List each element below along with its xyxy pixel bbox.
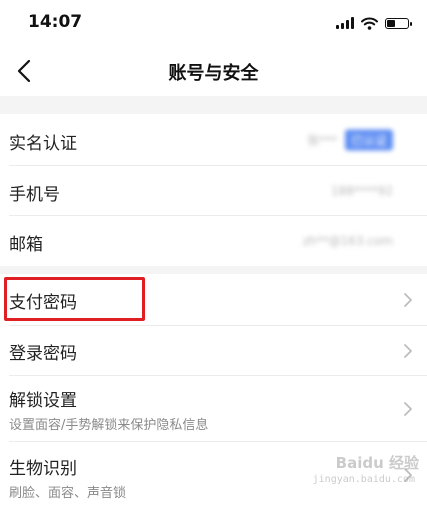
baidu-watermark: Baidu 经验 xyxy=(335,454,419,472)
unlock-settings-description: 设置面容/手势解锁来保护隐私信息 xyxy=(9,418,209,433)
status-bar: 14:07 xyxy=(0,0,427,46)
real-name-text: 张*** xyxy=(307,133,341,148)
chevron-right-icon xyxy=(404,293,412,307)
baidu-watermark-url: jingyan.baidu.com xyxy=(312,474,415,485)
login-password-label: 登录密码 xyxy=(9,344,77,364)
email-label: 邮箱 xyxy=(9,235,43,255)
login-password-row[interactable]: 登录密码 xyxy=(0,326,427,376)
real-name-value: 张*** 已认证 xyxy=(307,129,393,151)
highlight-annotation-box xyxy=(4,277,145,321)
account-info-group: 实名认证 张*** 已认证 手机号 188****92 邮箱 zh**@163.… xyxy=(0,114,427,266)
unlock-settings-row[interactable]: 解锁设置 设置面容/手势解锁来保护隐私信息 xyxy=(0,376,427,442)
phone-row[interactable]: 手机号 188****92 xyxy=(0,166,427,216)
email-value: zh**@163.com xyxy=(302,234,393,248)
cellular-signal-icon xyxy=(336,17,354,29)
battery-icon xyxy=(385,17,412,29)
verified-badge: 已认证 xyxy=(344,129,393,151)
wifi-icon xyxy=(361,17,378,30)
unlock-settings-label: 解锁设置 xyxy=(9,391,77,411)
real-name-row[interactable]: 实名认证 张*** 已认证 xyxy=(0,114,427,166)
biometric-description: 刷脸、面容、声音锁 xyxy=(9,486,127,501)
phone-value: 188****92 xyxy=(330,184,393,198)
status-time: 14:07 xyxy=(28,12,83,32)
status-icons xyxy=(336,14,412,32)
navigation-bar: 账号与安全 xyxy=(0,46,427,96)
real-name-label: 实名认证 xyxy=(9,134,77,154)
chevron-right-icon xyxy=(404,344,412,358)
phone-label: 手机号 xyxy=(9,185,60,205)
biometric-label: 生物识别 xyxy=(9,459,77,479)
page-title: 账号与安全 xyxy=(168,63,259,84)
chevron-right-icon xyxy=(404,402,412,416)
email-row[interactable]: 邮箱 zh**@163.com xyxy=(0,216,427,266)
